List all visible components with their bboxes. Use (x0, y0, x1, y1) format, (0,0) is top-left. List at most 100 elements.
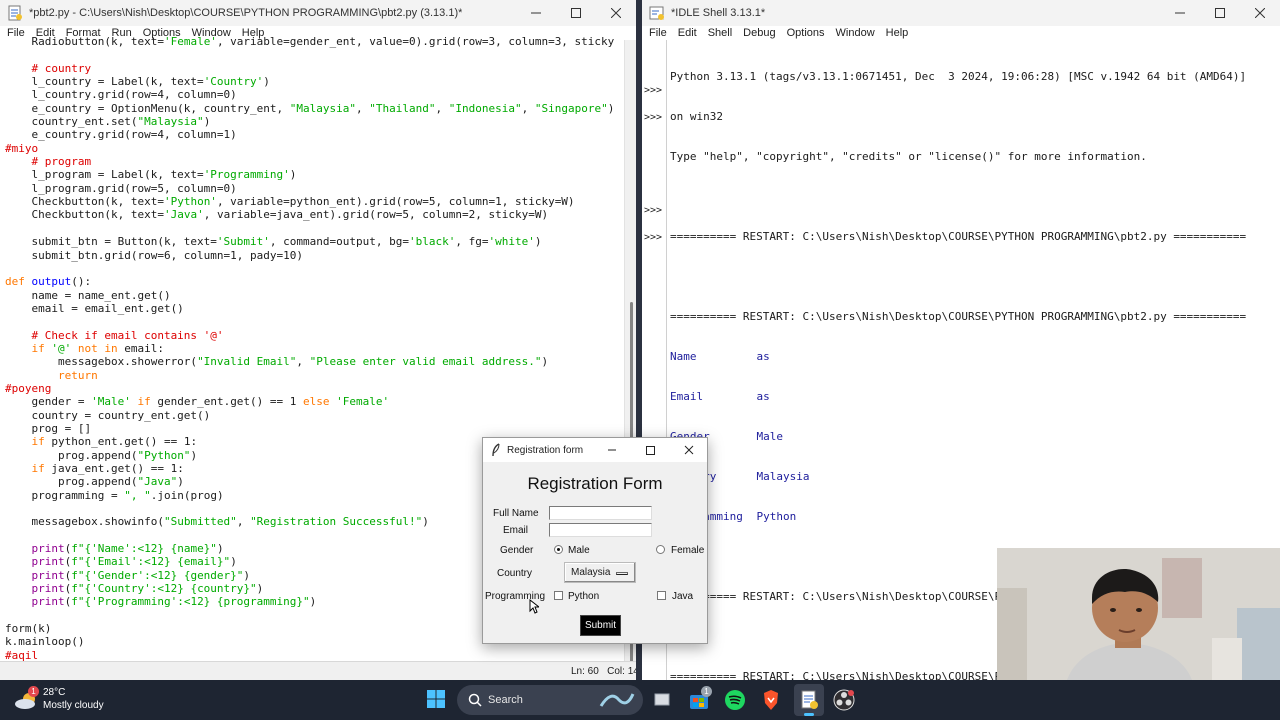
dialog-minimize-button[interactable] (605, 443, 619, 457)
shell-menu-shell[interactable]: Shell (708, 27, 732, 39)
code-line[interactable]: e_country = OptionMenu(k, country_ent, "… (5, 102, 623, 115)
output-value: as (756, 349, 770, 363)
search-highlight-icon (599, 693, 635, 707)
code-line[interactable]: Checkbutton(k, text='Python', variable=p… (5, 195, 623, 208)
shell-close-button[interactable] (1240, 0, 1280, 26)
code-token: "Please enter valid email address." (309, 355, 542, 369)
java-checkbox[interactable] (657, 591, 666, 600)
gender-male-radio[interactable] (554, 545, 563, 554)
code-line[interactable]: country = country_ent.get() (5, 409, 623, 422)
dialog-titlebar[interactable]: Registration form (483, 438, 707, 462)
code-line[interactable]: def output(): (5, 275, 623, 288)
gender-female-radio[interactable] (656, 545, 665, 554)
code-token: #miyo (5, 141, 39, 155)
code-line[interactable] (5, 262, 623, 275)
code-line[interactable] (5, 315, 623, 328)
code-token: messagebox.showinfo( (5, 515, 164, 529)
code-token: f"{'Programming':<12} {programming}" (71, 595, 310, 609)
code-token: f"{'Country':<12} {country}" (71, 582, 257, 596)
mouse-cursor-icon (529, 599, 539, 614)
shell-menu-window[interactable]: Window (836, 27, 875, 39)
code-line[interactable]: e_country.grid(row=4, column=1) (5, 128, 623, 141)
webcam-person-image (997, 548, 1280, 680)
output-key: Email (670, 389, 704, 403)
code-line[interactable]: return (5, 369, 623, 382)
code-line[interactable]: email = email_ent.get() (5, 302, 623, 315)
code-line[interactable]: # program (5, 155, 623, 168)
code-line[interactable]: l_program.grid(row=5, column=0) (5, 182, 623, 195)
temperature: 28°C (43, 687, 66, 698)
java-label[interactable]: Java (672, 591, 693, 602)
code-line[interactable]: country_ent.set("Malaysia") (5, 115, 623, 128)
code-line[interactable]: l_country.grid(row=4, column=0) (5, 88, 623, 101)
code-token: java_ent.get() == 1: (44, 462, 184, 475)
code-line[interactable] (5, 48, 623, 61)
shell-menu-options[interactable]: Options (787, 27, 825, 39)
editor-statusbar: Ln: 60 Col: 14 (0, 661, 636, 680)
python-checkbox[interactable] (554, 591, 563, 600)
code-line[interactable]: messagebox.showerror("Invalid Email", "P… (5, 355, 623, 368)
code-line[interactable]: Checkbutton(k, text='Java', variable=jav… (5, 208, 623, 221)
spotify-icon[interactable] (724, 689, 746, 711)
code-line[interactable]: l_country = Label(k, text='Country') (5, 75, 623, 88)
code-line[interactable]: if '@' not in email: (5, 342, 623, 355)
idle-shell-icon (649, 5, 665, 21)
brave-browser-icon[interactable] (760, 689, 782, 711)
code-line[interactable]: l_program = Label(k, text='Programming') (5, 168, 623, 181)
shell-titlebar[interactable]: *IDLE Shell 3.13.1* (642, 0, 1280, 26)
shell-maximize-button[interactable] (1200, 0, 1240, 26)
code-line[interactable]: # country (5, 62, 623, 75)
code-line[interactable] (5, 222, 623, 235)
submit-button[interactable]: Submit (580, 615, 621, 636)
code-token: "Registration Successful!" (250, 515, 423, 529)
task-view-icon[interactable] (652, 690, 672, 710)
code-token: f"{'Email':<12} {email}" (71, 555, 231, 569)
python-label[interactable]: Python (568, 591, 599, 602)
code-line[interactable]: prog = [] (5, 422, 623, 435)
weather-widget[interactable]: 1 28°C Mostly cloudy (14, 686, 134, 716)
code-line[interactable]: Radiobutton(k, text='Female', variable=g… (5, 35, 623, 48)
obs-icon[interactable] (833, 689, 855, 711)
maximize-button[interactable] (556, 0, 596, 26)
code-token: "Submitted" (163, 515, 237, 529)
email-label: Email (503, 525, 529, 536)
code-token: #aqil (5, 648, 39, 661)
code-line[interactable]: gender = 'Male' if gender_ent.get() == 1… (5, 395, 623, 408)
code-line[interactable]: # Check if email contains '@' (5, 329, 623, 342)
minimize-button[interactable] (516, 0, 556, 26)
code-line[interactable]: #miyo (5, 142, 623, 155)
shell-menu-edit[interactable]: Edit (678, 27, 697, 39)
code-line[interactable]: #aqil (5, 649, 623, 661)
code-line[interactable]: name = name_ent.get() (5, 289, 623, 302)
code-token: email = email_ent.get() (5, 301, 184, 315)
editor-title: *pbt2.py - C:\Users\Nish\Desktop\COURSE\… (29, 7, 463, 19)
dialog-close-button[interactable] (682, 443, 696, 457)
shell-menu-help[interactable]: Help (886, 27, 909, 39)
code-line[interactable]: submit_btn.grid(row=6, column=1, pady=10… (5, 249, 623, 262)
country-dropdown[interactable]: Malaysia (564, 562, 636, 583)
close-button[interactable] (596, 0, 636, 26)
code-token: print (5, 542, 65, 556)
dialog-maximize-button[interactable] (643, 443, 657, 457)
idle-taskbar-icon[interactable] (794, 684, 824, 716)
code-token: country = country_ent.get() (5, 408, 211, 422)
code-token: k.mainloop() (5, 635, 85, 649)
code-token: 'black' (408, 235, 456, 249)
code-token: ) (289, 168, 297, 182)
shell-menu-file[interactable]: File (649, 27, 667, 39)
shell-menu-debug[interactable]: Debug (743, 27, 775, 39)
gender-female-label[interactable]: Female (671, 545, 704, 556)
code-line[interactable]: submit_btn = Button(k, text='Submit', co… (5, 235, 623, 248)
gender-male-label[interactable]: Male (568, 545, 590, 556)
email-input[interactable] (549, 523, 652, 537)
code-line[interactable]: #poyeng (5, 382, 623, 395)
code-token: 'Programming' (203, 168, 290, 182)
microsoft-store-icon[interactable]: 1 (688, 686, 712, 711)
taskbar-search[interactable]: Search (457, 685, 643, 715)
full-name-input[interactable] (549, 506, 652, 520)
shell-prompts: >>> >>> >>> >>> (644, 84, 668, 243)
start-button[interactable] (426, 689, 448, 711)
code-token: ) (422, 515, 429, 529)
shell-minimize-button[interactable] (1160, 0, 1200, 26)
editor-titlebar[interactable]: *pbt2.py - C:\Users\Nish\Desktop\COURSE\… (0, 0, 636, 26)
